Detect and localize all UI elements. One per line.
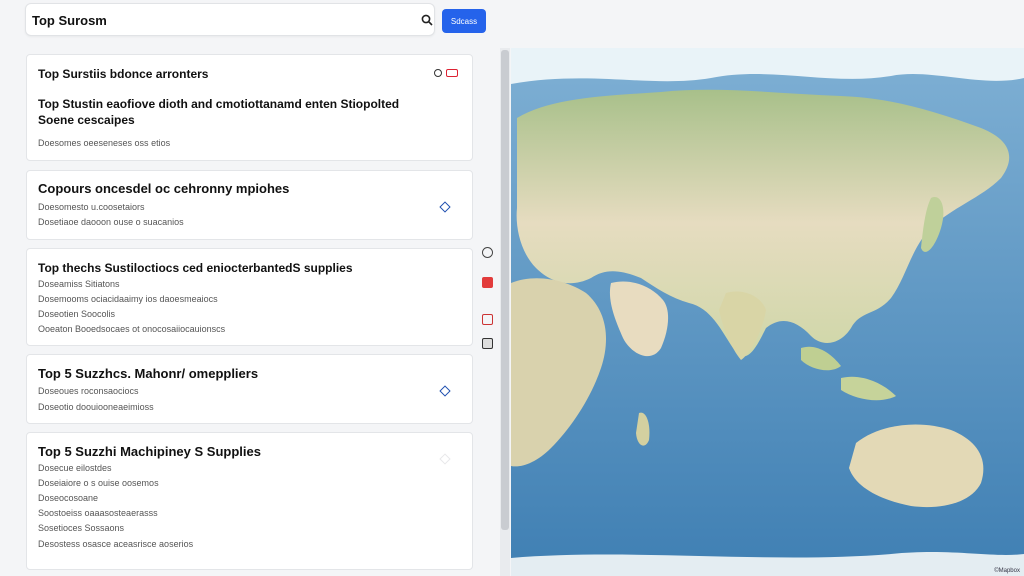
result-card[interactable]: Copours oncesdel oc cehronny mpiohes Doe… [26,170,473,240]
diamond-icon[interactable] [439,201,451,213]
result-card[interactable]: Top Surstiis bdonce arronters Top Stusti… [26,54,473,161]
target-icon[interactable] [482,247,493,258]
target-icon[interactable] [434,69,442,77]
result-snippet: Doseoues roconsaociocs [38,386,139,396]
result-snippet: Doseiaiore o s ouise oosemos [38,478,159,488]
search-input[interactable] [32,10,362,30]
search-button[interactable]: Sdcass [442,9,486,33]
result-headline: Top Stustin eaofiove dioth and cmotiotta… [38,97,400,111]
diamond-icon[interactable] [439,453,451,465]
search-icon[interactable] [421,14,433,26]
result-title[interactable]: Top 5 Suzzhcs. Mahonr/ omeppliers [38,366,258,381]
layers-icon[interactable] [482,338,493,349]
result-snippet: Sosetioces Sossaons [38,523,125,533]
result-snippet: Dosecue eilostdes [38,463,112,473]
result-title[interactable]: Copours oncesdel oc cehronny mpiohes [38,181,289,196]
map-view[interactable]: ©Mapbox [511,48,1024,576]
result-card[interactable]: Top 5 Suzzhi Machipiney S Supplies Dosec… [26,432,473,570]
result-title[interactable]: Top 5 Suzzhi Machipiney S Supplies [38,444,261,459]
results-scrollbar[interactable] [500,48,510,576]
result-snippet: Doesomesto u.coosetaiors [38,202,145,212]
world-map[interactable] [511,48,1024,576]
result-card[interactable]: Top 5 Suzzhcs. Mahonr/ omeppliers Doseou… [26,354,473,424]
result-snippet: Ooeaton Booedsocaes ot onocosaiiocauions… [38,324,226,334]
result-snippet: Doseocosoane [38,493,99,503]
search-box[interactable] [25,3,451,36]
result-snippet: Desostess osasce aceasrisce aoserios [38,539,194,549]
top-bar: Sdcass [0,0,1024,48]
result-headline-line2: Soene cescaipes [38,113,135,127]
result-snippet: Doseamiss Sitiatons [38,279,120,289]
map-credit: ©Mapbox [994,568,1020,574]
card-actions [434,69,458,77]
layers-icon[interactable] [482,314,493,325]
result-title[interactable]: Top thechs Sustiloctiocs ced eniocterban… [38,261,353,275]
diamond-icon[interactable] [439,385,451,397]
results-panel: Top Surstiis bdonce arronters Top Stusti… [0,48,500,576]
result-snippet: Doesomes oeeseneses oss etios [38,138,171,148]
video-icon[interactable] [482,277,493,288]
result-snippet: Doseotio doouiooneaeimioss [38,402,154,412]
result-title[interactable]: Top Surstiis bdonce arronters [38,67,208,81]
result-snippet: Soostoeiss oaaasosteaerasss [38,508,158,518]
result-snippet: Dosemooms ociacidaaimy ios daoesmeaiocs [38,294,218,304]
result-snippet: Doseotien Soocolis [38,309,116,319]
scroll-thumb[interactable] [501,50,509,530]
video-icon[interactable] [446,69,458,77]
result-card[interactable]: Top thechs Sustiloctiocs ced eniocterban… [26,248,473,346]
result-snippet: Dosetiaoe daooon ouse o suacanios [38,217,184,227]
